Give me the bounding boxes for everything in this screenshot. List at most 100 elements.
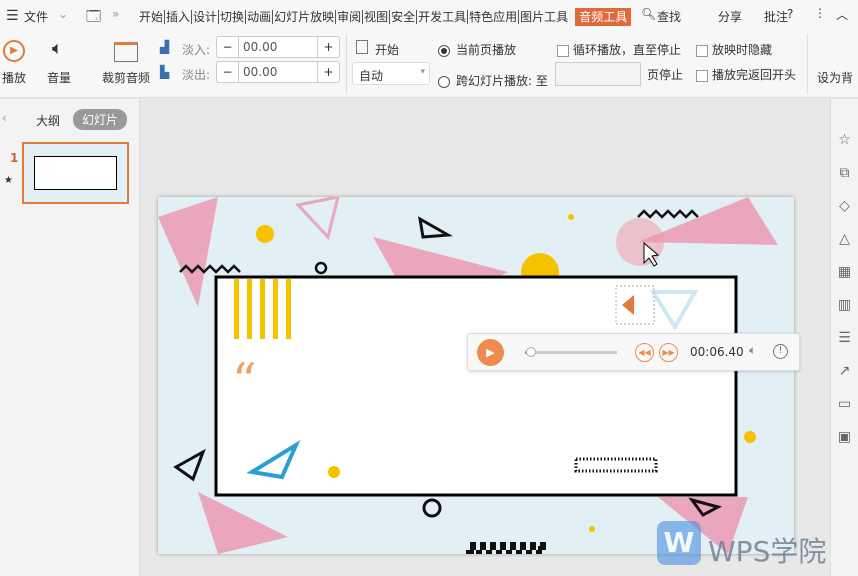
comment-button[interactable]: 批注 <box>764 8 788 25</box>
black-triangle <box>176 452 203 479</box>
yellow-dot <box>256 225 274 243</box>
increment-button[interactable]: + <box>317 62 339 82</box>
fade-in-icon: ▟ <box>160 40 169 54</box>
pink-outline-triangle <box>298 197 338 237</box>
slide-decoration: “ <box>158 197 794 554</box>
cross-slide-label: 跨幻灯片播放: 至 <box>456 74 548 88</box>
tab-picture-tools[interactable]: 图片工具 <box>519 10 569 24</box>
play-button[interactable]: 播放 <box>2 69 26 86</box>
fade-out-icon: ▙ <box>160 65 169 79</box>
collapse-panel-icon[interactable]: ‹ <box>2 111 7 125</box>
chart-icon[interactable]: ▥ <box>838 297 851 313</box>
find-button[interactable]: 查找 <box>657 8 681 25</box>
tab-developer[interactable]: 开发工具 <box>417 10 468 24</box>
save-icon[interactable]: 🗔 <box>86 6 101 30</box>
fade-in-stepper[interactable]: − 00.00 + <box>216 36 340 58</box>
volume-button[interactable]: 音量 <box>47 69 71 86</box>
player-play-button[interactable]: ▶ <box>477 339 504 366</box>
chevron-down-icon[interactable]: ⌄ <box>58 7 68 21</box>
share-icon[interactable]: ↗ <box>839 363 851 379</box>
black-triangle <box>420 219 448 237</box>
fill-icon[interactable]: △ <box>839 231 850 247</box>
image-icon[interactable]: ▣ <box>838 429 851 445</box>
fade-out-value[interactable]: 00.00 <box>239 62 317 82</box>
play-icon[interactable]: ▶ <box>3 40 25 62</box>
volume-icon[interactable]: 🔈︎ <box>749 343 756 358</box>
tab-security[interactable]: 安全 <box>390 10 417 24</box>
set-background-button[interactable]: 设为背 <box>817 69 853 86</box>
tab-home[interactable]: 开始 <box>138 10 165 24</box>
ribbon-tabs: 开始 插入 设计 切换 动画 幻灯片放映 审阅 视图 安全 开发工具 特色应用 … <box>138 8 631 26</box>
content-frame <box>216 277 736 495</box>
progress-slider[interactable] <box>525 351 617 354</box>
menu-icon[interactable]: ☰ <box>6 8 19 24</box>
increment-button[interactable]: + <box>317 37 339 57</box>
divider <box>346 34 347 94</box>
more-options-icon[interactable]: ⋮ <box>814 6 826 20</box>
black-circle <box>424 500 440 516</box>
tab-slides[interactable]: 幻灯片 <box>73 109 127 130</box>
settings-icon[interactable]: ☰ <box>838 330 851 346</box>
decrement-button[interactable]: − <box>217 62 239 82</box>
copy-icon[interactable]: ⧉ <box>840 165 850 181</box>
decrement-button[interactable]: − <box>217 37 239 57</box>
rewind-label: 播放完返回开头 <box>712 68 796 82</box>
fade-out-stepper[interactable]: − 00.00 + <box>216 61 340 83</box>
tab-slideshow[interactable]: 幻灯片放映 <box>273 10 336 24</box>
yellow-dot <box>328 466 340 478</box>
tab-review[interactable]: 审阅 <box>336 10 363 24</box>
forward-button[interactable]: ▶▶ <box>659 343 678 362</box>
slide-canvas[interactable]: “ <box>158 197 794 554</box>
progress-knob[interactable] <box>526 347 536 357</box>
tab-animation[interactable]: 动画 <box>246 10 273 24</box>
slide-thumbnail[interactable] <box>22 142 129 204</box>
loop-checkbox[interactable]: 循环播放，直至停止 <box>557 41 681 58</box>
pink-triangle <box>198 492 288 554</box>
start-label: 开始 <box>375 41 399 58</box>
wps-logo-icon: W <box>657 521 701 565</box>
start-select[interactable]: 自动▾ <box>352 62 430 85</box>
tab-transition[interactable]: 切换 <box>219 10 246 24</box>
rewind-button[interactable]: ◀◀ <box>635 343 654 362</box>
dash-row <box>470 546 542 554</box>
trim-audio-button[interactable]: 裁剪音频 <box>102 69 150 86</box>
hide-label: 放映时隐藏 <box>712 43 772 57</box>
pink-triangle <box>158 197 218 307</box>
volume-icon[interactable]: 🔈︎ <box>52 38 63 59</box>
tab-outline[interactable]: 大纲 <box>36 112 60 129</box>
black-circle <box>316 263 326 273</box>
audio-player: ▶ ◀◀ ▶▶ 00:06.40 🔈︎ ! <box>467 333 800 371</box>
current-page-label: 当前页播放 <box>456 43 516 57</box>
rewind-checkbox[interactable]: 播放完返回开头 <box>696 66 796 83</box>
hide-checkbox[interactable]: 放映时隐藏 <box>696 41 772 58</box>
fade-in-value[interactable]: 00.00 <box>239 37 317 57</box>
start-select-value: 自动 <box>359 69 383 83</box>
tab-audio-tools[interactable]: 音频工具 <box>575 8 631 26</box>
zigzag <box>638 211 698 217</box>
shapes-icon[interactable]: ◇ <box>839 198 850 214</box>
file-menu[interactable]: 文件 <box>24 8 48 25</box>
help-icon[interactable]: ? <box>787 7 793 21</box>
animation-star-icon: ★ <box>4 175 13 186</box>
thumbnail-frame <box>34 156 117 190</box>
tab-features[interactable]: 特色应用 <box>468 10 519 24</box>
quote-open: “ <box>232 353 257 409</box>
cross-slide-radio[interactable]: 跨幻灯片播放: 至 <box>438 72 548 89</box>
slide-number: 1 <box>10 151 18 165</box>
info-icon[interactable]: ! <box>773 344 788 359</box>
slide-number-stepper[interactable] <box>555 62 641 86</box>
current-page-radio[interactable]: 当前页播放 <box>438 41 516 58</box>
trim-audio-icon[interactable] <box>114 42 138 62</box>
share-button[interactable]: 分享 <box>718 8 742 25</box>
menubar: ☰ 文件 ⌄ 🗔 » 开始 插入 设计 切换 动画 幻灯片放映 审阅 视图 安全… <box>0 0 858 32</box>
yellow-dot <box>744 431 756 443</box>
more-icon[interactable]: » <box>112 7 119 21</box>
tab-view[interactable]: 视图 <box>363 10 390 24</box>
grid-icon[interactable]: ▦ <box>838 264 851 280</box>
archive-icon[interactable]: ▭ <box>838 396 851 412</box>
collapse-icon[interactable]: ︿ <box>836 6 848 23</box>
tab-insert[interactable]: 插入 <box>165 10 192 24</box>
pin-icon[interactable]: ☆ <box>838 132 851 148</box>
search-icon[interactable]: 🔍︎ <box>641 7 656 21</box>
tab-design[interactable]: 设计 <box>192 10 219 24</box>
